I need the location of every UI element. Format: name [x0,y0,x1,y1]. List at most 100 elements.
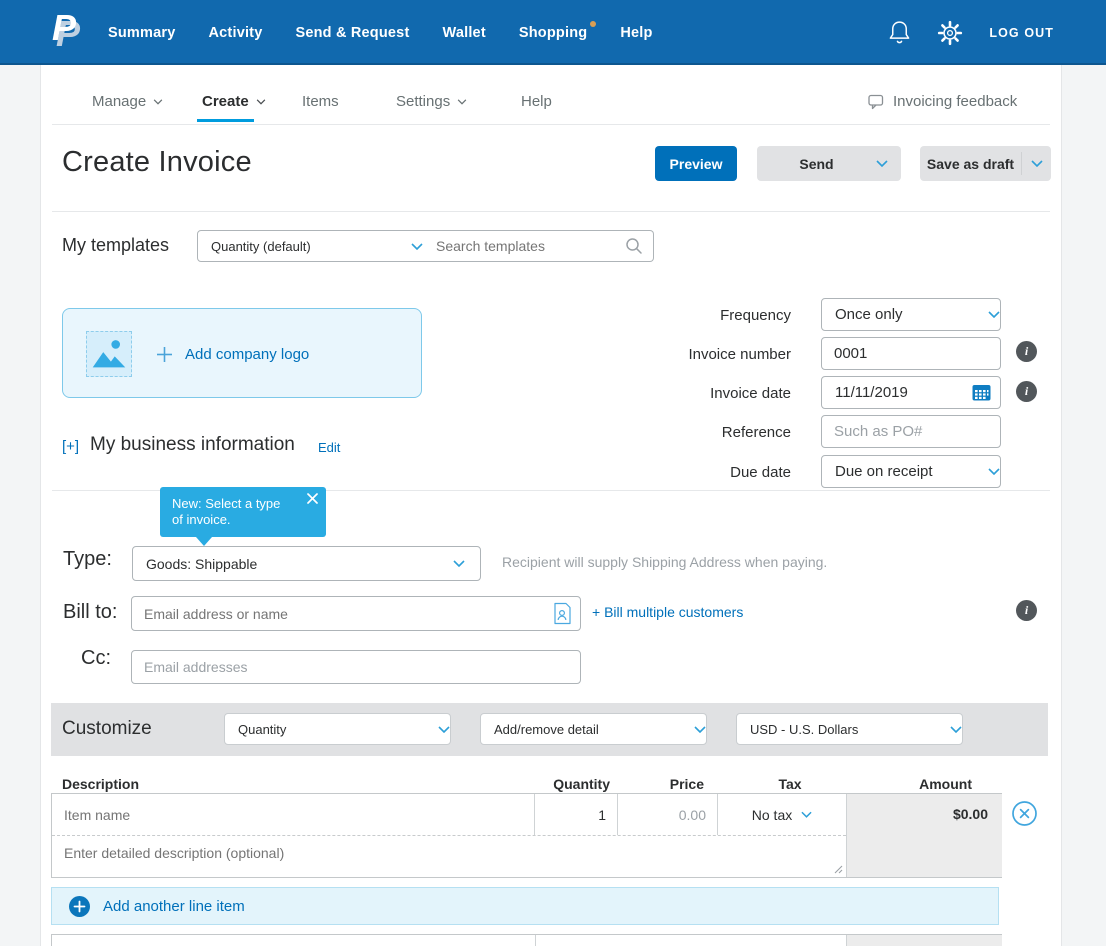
business-info-label: My business information [90,434,295,456]
col-header-quantity: Quantity [520,776,610,792]
topnav-shopping-label: Shopping [519,25,587,41]
col-header-amount: Amount [880,776,986,792]
template-search-box [423,230,654,262]
chevron-down-icon [988,468,1000,475]
reference-label: Reference [600,424,791,441]
info-icon[interactable]: i [1016,381,1037,402]
chevron-down-icon[interactable] [876,160,888,167]
template-search-input[interactable] [423,238,625,254]
bill-to-input[interactable] [132,606,553,622]
item-name-input[interactable] [52,807,534,823]
bell-icon[interactable] [888,19,911,46]
create-invoice-page: P P Summary Activity Send & Request Wall… [0,0,1106,946]
customize-label: Customize [62,718,152,740]
template-select[interactable]: Quantity (default) [197,230,424,262]
business-info-expander[interactable]: [+] [62,438,79,455]
add-remove-detail-select[interactable]: Add/remove detail [480,713,707,745]
frequency-value: Once only [822,306,988,323]
speech-bubble-icon [868,94,885,110]
top-navigation-bar: P P Summary Activity Send & Request Wall… [0,0,1106,65]
info-icon[interactable]: i [1016,341,1037,362]
cc-input[interactable] [131,650,581,684]
resize-handle-icon[interactable] [834,865,843,874]
subnav-create-label: Create [202,93,249,110]
invoicing-feedback-link[interactable]: Invoicing feedback [868,93,1017,110]
my-templates-label: My templates [62,235,169,256]
item-quantity-cell[interactable]: 1 [535,794,618,835]
save-as-draft-menu-toggle[interactable] [1022,160,1051,167]
active-tab-underline [197,119,254,122]
col-header-tax: Tax [745,776,835,792]
due-date-value: Due on receipt [822,463,988,480]
add-another-line-item-label: Add another line item [103,898,245,915]
chevron-down-icon [1031,160,1043,167]
type-select[interactable]: Goods: Shippable [132,546,481,581]
frequency-select[interactable]: Once only [821,298,1001,331]
type-value: Goods: Shippable [133,556,453,572]
template-select-value: Quantity (default) [198,239,411,254]
tooltip-line2: of invoice. [172,512,314,528]
type-label: Type: [63,548,112,571]
add-another-line-item-button[interactable]: Add another line item [51,887,999,925]
top-bar-actions: LOG OUT [888,0,1054,65]
subnav-create[interactable]: Create [202,93,266,110]
topnav-wallet[interactable]: Wallet [442,25,485,41]
subnav-help[interactable]: Help [521,93,552,110]
chevron-down-icon [453,560,465,567]
address-book-icon[interactable] [553,602,572,625]
subnav-divider [52,124,1050,125]
search-icon[interactable] [625,237,643,255]
partial-row-divider [535,935,536,946]
paypal-logo-icon[interactable]: P P [52,10,94,56]
customize-column-select[interactable]: Quantity [224,713,451,745]
chevron-down-icon [950,726,962,733]
topnav-shopping[interactable]: Shopping [519,25,587,41]
subnav-manage-label: Manage [92,93,146,110]
currency-select[interactable]: USD - U.S. Dollars [736,713,963,745]
subnav-settings[interactable]: Settings [396,93,467,110]
invoice-date-value: 11/11/2019 [822,384,972,401]
remove-line-item-icon[interactable] [1011,800,1038,827]
item-tax-select[interactable]: No tax [718,794,846,835]
bill-multiple-customers-link[interactable]: + Bill multiple customers [592,604,743,620]
topnav-activity[interactable]: Activity [209,25,263,41]
item-tax-value: No tax [752,807,792,823]
invoice-number-input[interactable] [821,337,1001,370]
topnav-send-request[interactable]: Send & Request [295,25,409,41]
chevron-down-icon [988,311,1000,318]
bill-to-label: Bill to: [63,601,117,624]
col-header-price: Price [632,776,704,792]
invoice-date-field[interactable]: 11/11/2019 [821,376,1001,409]
add-company-logo-action[interactable]: Add company logo [156,309,309,399]
gear-icon[interactable] [936,19,964,47]
top-nav-menu: Summary Activity Send & Request Wallet S… [108,0,653,65]
frequency-label: Frequency [600,307,791,324]
customize-column-value: Quantity [225,722,438,737]
close-icon[interactable] [307,493,318,504]
item-price-cell[interactable]: 0.00 [618,794,718,835]
item-description-input[interactable] [52,836,846,877]
add-company-logo-dropzone[interactable]: Add company logo [62,308,422,398]
chevron-down-icon [438,726,450,733]
chevron-down-icon [153,99,163,105]
save-as-draft-button[interactable]: Save as draft [920,146,1051,181]
reference-input[interactable] [821,415,1001,448]
business-info-edit-link[interactable]: Edit [318,440,340,455]
preview-button[interactable]: Preview [655,146,737,181]
info-icon[interactable]: i [1016,600,1037,621]
item-description-cell [52,835,846,877]
page-title: Create Invoice [62,146,252,179]
due-date-select[interactable]: Due on receipt [821,455,1001,488]
calendar-icon[interactable] [972,384,991,401]
topnav-help[interactable]: Help [620,25,652,41]
subnav-items[interactable]: Items [302,93,339,110]
topnav-summary[interactable]: Summary [108,25,176,41]
plus-circle-icon [69,896,90,917]
type-note: Recipient will supply Shipping Address w… [502,554,827,570]
cc-label: Cc: [40,647,111,670]
subnav-manage[interactable]: Manage [92,93,163,110]
log-out-button[interactable]: LOG OUT [989,26,1054,40]
invoice-date-label: Invoice date [600,385,791,402]
send-button[interactable]: Send [757,146,901,181]
add-remove-detail-value: Add/remove detail [481,722,694,737]
